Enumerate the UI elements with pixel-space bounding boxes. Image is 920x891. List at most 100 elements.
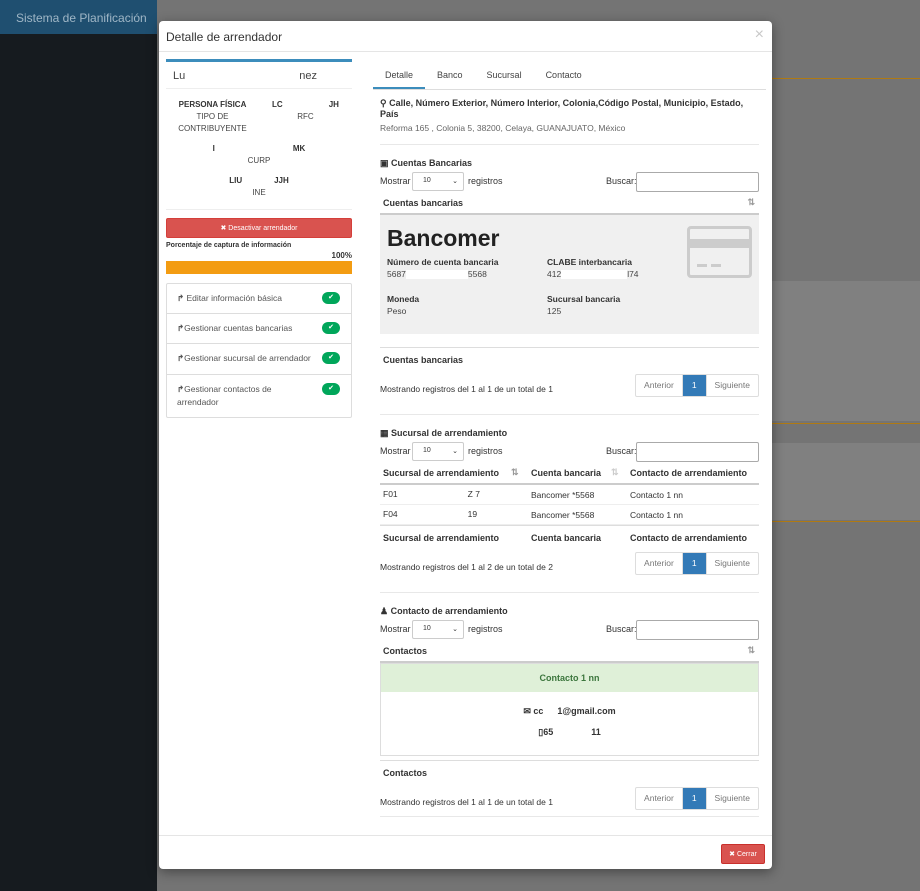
rfc-value: LC JH bbox=[272, 100, 339, 110]
contacts-title-text: Contacto de arrendamiento bbox=[390, 606, 508, 616]
sort-icon[interactable]: ⇅ bbox=[747, 197, 755, 208]
divider bbox=[380, 144, 759, 145]
next-button[interactable]: Siguiente bbox=[707, 375, 758, 396]
tab-banco[interactable]: Banco bbox=[425, 59, 475, 89]
action-label: Gestionar contactos de arrendador bbox=[177, 383, 272, 407]
address-title: ⚲ Calle, Número Exterior, Número Interio… bbox=[380, 98, 759, 119]
page-size-value: 10 bbox=[423, 625, 431, 632]
app-brand[interactable]: Sistema de Planificación bbox=[0, 0, 157, 34]
person-type-value: PERSONA FÍSICA bbox=[178, 100, 247, 109]
action-label: Gestionar cuentas bancarias bbox=[184, 323, 293, 334]
manage-bank-accounts-link[interactable]: ↱Gestionar cuentas bancarias ✔ bbox=[167, 314, 351, 345]
backdrop-divider bbox=[772, 521, 920, 522]
bank-table-controls: Mostrar 10 ⌄ registros Buscar: bbox=[380, 172, 759, 193]
contact-email: ✉ cc 1@gmail.com bbox=[523, 706, 616, 717]
contact-pagination: Mostrando registros del 1 al 1 de un tot… bbox=[380, 787, 759, 819]
redacted-block bbox=[185, 70, 300, 83]
sort-icon[interactable]: ⇅ bbox=[611, 467, 619, 478]
curp-label: CURP bbox=[247, 156, 271, 165]
detail-tabs: Detalle Banco Sucursal Contacto bbox=[373, 59, 766, 90]
profile-box: Lu nez PERSONA FÍSICA TIPO DE CONTRIBUYEN… bbox=[166, 59, 352, 210]
sort-icon[interactable]: ⇅ bbox=[747, 645, 755, 656]
edit-basic-info-link[interactable]: ↱ Editar información básica ✔ bbox=[167, 284, 351, 315]
contacts-title: ♟ Contacto de arrendamiento bbox=[380, 606, 759, 617]
page-1-button[interactable]: 1 bbox=[682, 375, 707, 396]
previous-button[interactable]: Anterior bbox=[636, 553, 683, 574]
page-size-select[interactable]: 10 ⌄ bbox=[412, 172, 464, 191]
column-header[interactable]: Contactos bbox=[380, 646, 427, 656]
branches-title-text: Sucursal de arrendamiento bbox=[391, 428, 508, 438]
pager: Anterior 1 Siguiente bbox=[635, 787, 759, 811]
records-label: registros bbox=[468, 624, 503, 634]
chevron-down-icon: ⌄ bbox=[452, 448, 458, 455]
contact-phone: ▯65 11 bbox=[538, 726, 601, 737]
close-icon[interactable]: × bbox=[755, 26, 764, 44]
branch-search-input[interactable] bbox=[636, 442, 759, 462]
ine-value: LIU JJH bbox=[229, 176, 289, 186]
page-1-button[interactable]: 1 bbox=[682, 788, 707, 810]
page-1-button[interactable]: 1 bbox=[682, 553, 707, 574]
currency: Moneda Peso bbox=[387, 294, 420, 317]
pagination-info: Mostrando registros del 1 al 2 de un tot… bbox=[380, 562, 553, 572]
progress-bar bbox=[166, 261, 352, 274]
share-icon: ↱ bbox=[177, 293, 185, 303]
pager: Anterior 1 Siguiente bbox=[635, 552, 759, 575]
map-marker-icon: ⚲ bbox=[380, 98, 387, 108]
page-size-value: 10 bbox=[423, 447, 431, 454]
modal-header: Detalle de arrendador × bbox=[159, 21, 772, 52]
next-button[interactable]: Siguiente bbox=[707, 788, 758, 809]
detail-content: ⚲ Calle, Número Exterior, Número Interio… bbox=[373, 98, 766, 819]
contact-table-controls: Mostrar 10 ⌄ registros Buscar: bbox=[380, 620, 759, 641]
page-size-select[interactable]: 10 ⌄ bbox=[412, 442, 464, 461]
table-row: F04 19 Bancomer *5568 Contacto 1 nn bbox=[380, 505, 759, 525]
tab-sucursal[interactable]: Sucursal bbox=[475, 59, 534, 89]
landlord-detail-modal: Detalle de arrendador × Lu nez PERSONA FÍ… bbox=[159, 21, 772, 869]
records-label: registros bbox=[468, 446, 503, 456]
bank-table-footer: Cuentas bancarias bbox=[380, 347, 759, 369]
money-icon: ▣ bbox=[380, 158, 389, 168]
show-label: Mostrar bbox=[380, 176, 411, 186]
credit-card-icon bbox=[687, 226, 752, 278]
column-header[interactable]: Contacto de arrendamiento bbox=[627, 468, 757, 478]
modal-title: Detalle de arrendador bbox=[166, 30, 283, 44]
bank-pagination: Mostrando registros del 1 al 1 de un tot… bbox=[380, 374, 759, 406]
column-header[interactable]: Sucursal de arrendamiento bbox=[380, 468, 528, 478]
manage-contacts-link[interactable]: ↱Gestionar contactos de arrendador ✔ bbox=[167, 375, 351, 417]
progress-bar-fill bbox=[166, 261, 352, 274]
app-sidebar: Sistema de Planificación bbox=[0, 0, 157, 891]
user-icon: ♟ bbox=[380, 606, 389, 616]
ine-label: INE bbox=[252, 188, 266, 197]
page-size-value: 10 bbox=[423, 177, 431, 184]
pager: Anterior 1 Siguiente bbox=[635, 374, 759, 397]
check-icon: ✔ bbox=[322, 352, 340, 365]
profile-column: Lu nez PERSONA FÍSICA TIPO DE CONTRIBUYEN… bbox=[166, 59, 352, 418]
tab-contacto[interactable]: Contacto bbox=[534, 59, 594, 89]
backdrop-panel bbox=[772, 281, 920, 421]
deactivate-landlord-button[interactable]: ✖ Desactivar arrendador bbox=[166, 218, 352, 238]
tab-detalle[interactable]: Detalle bbox=[373, 59, 426, 89]
backdrop-divider bbox=[772, 423, 920, 424]
action-label: Gestionar sucursal de arrendador bbox=[184, 353, 311, 364]
previous-button[interactable]: Anterior bbox=[636, 375, 683, 396]
curp-value: I MK bbox=[212, 144, 306, 154]
column-header[interactable]: Cuentas bancarias bbox=[380, 198, 463, 208]
sort-icon[interactable]: ⇅ bbox=[511, 467, 519, 478]
bank-search-input[interactable] bbox=[636, 172, 759, 192]
close-button[interactable]: ✖ Cerrar bbox=[721, 844, 765, 864]
manage-branch-link[interactable]: ↱Gestionar sucursal de arrendador ✔ bbox=[167, 344, 351, 375]
previous-button[interactable]: Anterior bbox=[636, 788, 683, 810]
search-label: Buscar: bbox=[606, 624, 637, 634]
contact-search-input[interactable] bbox=[636, 620, 759, 640]
person-type-label: TIPO DE CONTRIBUYENTE bbox=[178, 112, 247, 133]
contact-table-header: Contactos ⇅ bbox=[380, 641, 759, 663]
progress-label: Porcentaje de captura de información bbox=[166, 242, 292, 249]
ine: LIU JJH INE bbox=[166, 175, 352, 199]
address-value: Reforma 165 , Colonia 5, 38200, Celaya, … bbox=[380, 123, 626, 133]
chevron-down-icon: ⌄ bbox=[452, 178, 458, 185]
page-size-select[interactable]: 10 ⌄ bbox=[412, 620, 464, 639]
envelope-icon: ✉ bbox=[523, 706, 531, 716]
branch-table-header: Sucursal de arrendamiento Cuenta bancari… bbox=[380, 463, 759, 485]
next-button[interactable]: Siguiente bbox=[707, 553, 758, 574]
search-label: Buscar: bbox=[606, 176, 637, 186]
building-icon: ▦ bbox=[380, 428, 389, 438]
